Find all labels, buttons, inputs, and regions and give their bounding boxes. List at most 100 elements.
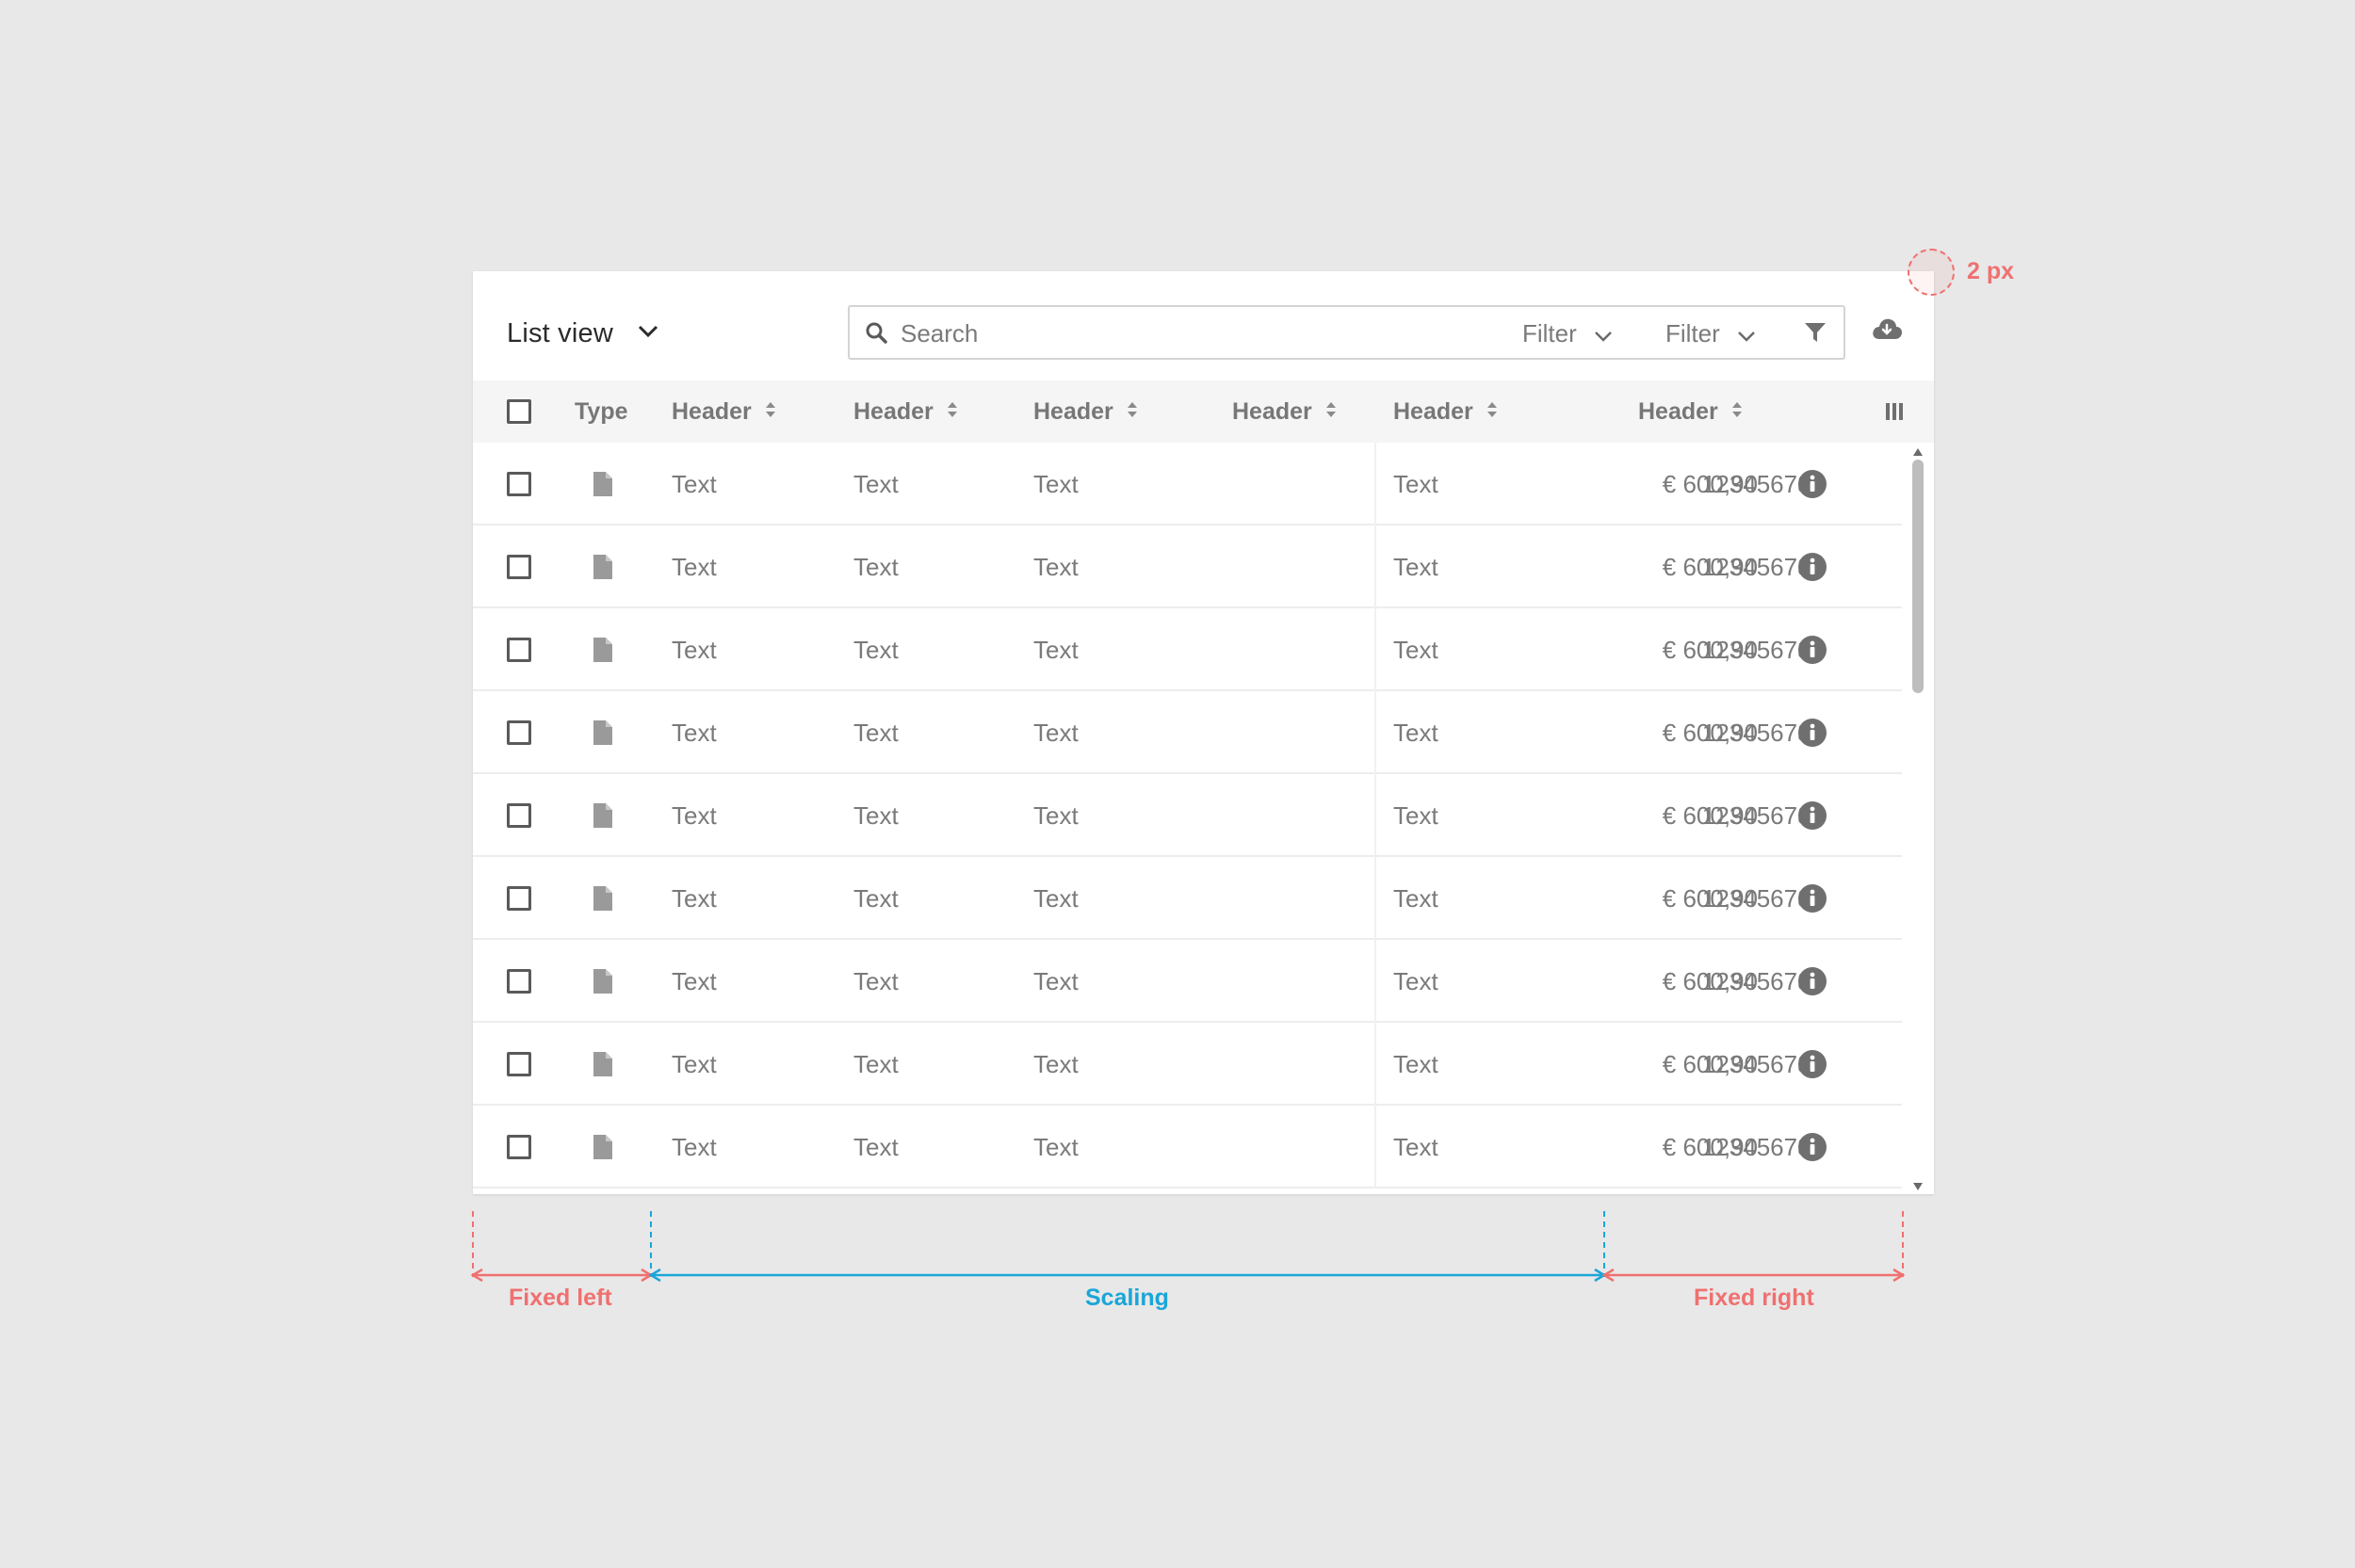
scroll-down-arrow-icon[interactable] xyxy=(1912,1179,1924,1196)
row-checkbox[interactable] xyxy=(507,886,531,911)
column-header-5[interactable]: Header xyxy=(1393,380,1498,443)
chevron-down-icon xyxy=(1737,319,1756,348)
table-cell: Text xyxy=(1033,469,1079,498)
table-cell: Text xyxy=(853,469,899,498)
info-icon[interactable] xyxy=(1797,966,1827,1001)
filter-dropdown-1[interactable]: Filter xyxy=(1522,316,1613,350)
row-checkbox[interactable] xyxy=(507,720,531,745)
table-cell: Text xyxy=(1033,1132,1079,1161)
table-row[interactable]: Text Text Text 123456789 Text € 600,90 xyxy=(473,1106,1902,1188)
row-checkbox[interactable] xyxy=(507,803,531,828)
table-cell: Text xyxy=(1033,1049,1079,1078)
search-bar: Filter Filter xyxy=(848,305,1845,360)
row-checkbox[interactable] xyxy=(507,969,531,994)
column-header-label: Header xyxy=(1393,397,1473,425)
info-icon[interactable] xyxy=(1797,469,1827,504)
table-cell: Text xyxy=(1033,800,1079,830)
dimension-lines xyxy=(470,1211,1906,1283)
info-icon[interactable] xyxy=(1797,1049,1827,1084)
document-icon xyxy=(593,968,613,999)
table-row[interactable]: Text Text Text 123456789 Text € 600,90 xyxy=(473,608,1902,691)
table-row[interactable]: Text Text Text 123456789 Text € 600,90 xyxy=(473,857,1902,940)
table-cell: Text xyxy=(1033,966,1079,995)
table-cell: Text xyxy=(672,469,717,498)
table-cell: Text xyxy=(672,1132,717,1161)
table-cell: € 600,90 xyxy=(1662,469,1758,498)
table-cell: € 600,90 xyxy=(1662,966,1758,995)
document-icon xyxy=(593,719,613,751)
sort-icon xyxy=(1325,398,1337,426)
column-divider xyxy=(1374,691,1376,774)
info-icon[interactable] xyxy=(1797,718,1827,752)
column-header-6[interactable]: Header xyxy=(1638,380,1743,443)
table-cell: Text xyxy=(853,883,899,913)
view-selector-label: List view xyxy=(507,317,613,348)
table-row[interactable]: Text Text Text 123456789 Text € 600,90 xyxy=(473,443,1902,525)
row-checkbox[interactable] xyxy=(507,472,531,496)
table-row[interactable]: Text Text Text 123456789 Text € 600,90 xyxy=(473,940,1902,1023)
view-selector[interactable]: List view xyxy=(507,315,658,352)
column-divider xyxy=(1374,608,1376,691)
document-icon xyxy=(593,802,613,833)
row-checkbox[interactable] xyxy=(507,1052,531,1076)
table-cell: Text xyxy=(853,718,899,747)
table-cell: Text xyxy=(1033,635,1079,664)
table-row[interactable]: Text Text Text 123456789 Text € 600,90 xyxy=(473,691,1902,774)
column-header-label: Header xyxy=(1638,397,1718,425)
corner-radius-marker xyxy=(1908,249,1955,296)
search-input[interactable] xyxy=(899,315,1449,352)
info-icon[interactable] xyxy=(1797,552,1827,587)
table-cell: Text xyxy=(672,966,717,995)
table-row[interactable]: Text Text Text 123456789 Text € 600,90 xyxy=(473,774,1902,857)
table-header-row: Type Header Header Header Header Header … xyxy=(473,380,1934,443)
table-cell: Text xyxy=(1033,552,1079,581)
info-icon[interactable] xyxy=(1797,1132,1827,1167)
vertical-scrollbar[interactable] xyxy=(1908,443,1928,1192)
select-all-checkbox[interactable] xyxy=(507,399,531,424)
chevron-down-icon xyxy=(638,325,658,343)
info-icon[interactable] xyxy=(1797,800,1827,835)
columns-icon[interactable] xyxy=(1885,402,1904,426)
column-header-1[interactable]: Header xyxy=(672,380,776,443)
table-cell: Text xyxy=(672,883,717,913)
document-icon xyxy=(593,885,613,916)
table-body: Text Text Text 123456789 Text € 600,90 Text Tex… xyxy=(473,443,1902,1192)
cloud-download-icon[interactable] xyxy=(1871,316,1903,346)
column-header-label: Header xyxy=(1033,397,1113,425)
table-cell: Text xyxy=(853,1049,899,1078)
column-header-label: Type xyxy=(575,397,628,425)
table-cell: € 600,90 xyxy=(1662,1049,1758,1078)
table-cell: € 600,90 xyxy=(1662,718,1758,747)
row-checkbox[interactable] xyxy=(507,638,531,662)
info-icon[interactable] xyxy=(1797,635,1827,670)
table-row[interactable]: Text Text Text 123456789 Text € 600,90 xyxy=(473,525,1902,608)
table-cell: Text xyxy=(1033,883,1079,913)
document-icon xyxy=(593,637,613,668)
fixed-left-label: Fixed left xyxy=(509,1285,612,1311)
column-header-label: Header xyxy=(1232,397,1312,425)
row-checkbox[interactable] xyxy=(507,555,531,579)
row-checkbox[interactable] xyxy=(507,1135,531,1159)
list-view-card: List view Filter Filter xyxy=(473,271,1934,1194)
scrollbar-thumb[interactable] xyxy=(1912,460,1924,693)
table-cell: Text xyxy=(672,635,717,664)
info-icon[interactable] xyxy=(1797,883,1827,918)
table-cell: Text xyxy=(853,800,899,830)
column-header-4[interactable]: Header xyxy=(1232,380,1337,443)
table-cell: Text xyxy=(1033,718,1079,747)
toolbar: List view Filter Filter xyxy=(473,271,1934,380)
column-header-3[interactable]: Header xyxy=(1033,380,1138,443)
table-cell: € 600,90 xyxy=(1662,1132,1758,1161)
column-header-type: Type xyxy=(575,380,628,443)
column-header-label: Header xyxy=(853,397,934,425)
table-cell: Text xyxy=(853,552,899,581)
column-divider xyxy=(1374,525,1376,608)
column-divider xyxy=(1374,443,1376,525)
column-header-2[interactable]: Header xyxy=(853,380,958,443)
column-divider xyxy=(1374,940,1376,1023)
table-row[interactable]: Text Text Text 123456789 Text € 600,90 xyxy=(473,1023,1902,1106)
filter-icon[interactable] xyxy=(1804,321,1827,348)
sort-icon xyxy=(1127,398,1138,426)
filter-dropdown-2[interactable]: Filter xyxy=(1665,316,1756,350)
column-divider xyxy=(1374,1023,1376,1106)
